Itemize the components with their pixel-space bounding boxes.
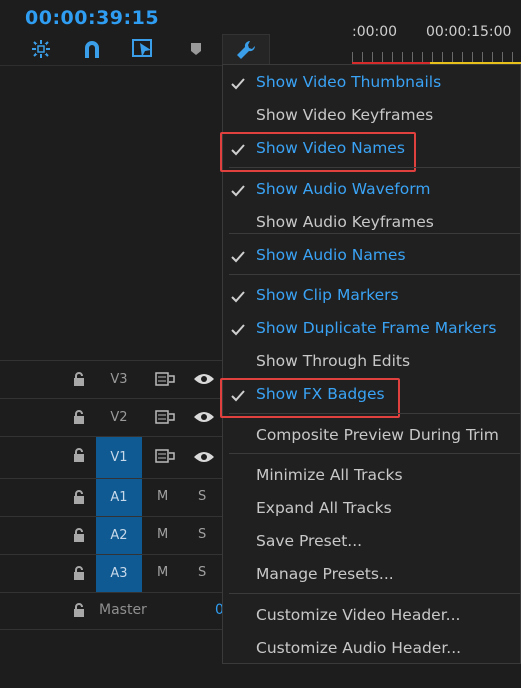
mute-button[interactable]: M — [157, 489, 168, 504]
track-name-a3[interactable]: A3 — [96, 555, 142, 592]
solo-button[interactable]: S — [198, 565, 206, 580]
ruler-time-start: :00:00 — [352, 24, 398, 40]
mute-button[interactable]: M — [157, 527, 168, 542]
eye-icon[interactable] — [193, 410, 215, 424]
menu-item-customize-audio-header[interactable]: Customize Audio Header... — [256, 639, 461, 657]
track-header-a3[interactable]: A3 M S — [0, 554, 222, 592]
track-header-a2[interactable]: A2 M S — [0, 516, 222, 554]
menu-item-show-duplicate-frame-markers[interactable]: Show Duplicate Frame Markers — [256, 319, 496, 337]
highlight-box — [220, 132, 416, 172]
sync-lock-icon[interactable] — [155, 372, 175, 386]
add-marker-icon[interactable] — [184, 37, 208, 61]
menu-item-save-preset[interactable]: Save Preset... — [256, 532, 362, 550]
track-name-a2[interactable]: A2 — [96, 517, 142, 554]
menu-item-customize-video-header[interactable]: Customize Video Header... — [256, 606, 460, 624]
menu-separator — [229, 274, 521, 275]
snap-magnet-icon[interactable] — [80, 37, 104, 61]
linked-selection-icon[interactable] — [131, 37, 155, 61]
lock-icon[interactable] — [72, 527, 86, 543]
menu-item-show-clip-markers[interactable]: Show Clip Markers — [256, 286, 399, 304]
checkmark-icon — [231, 251, 245, 263]
nest-sequence-icon[interactable] — [29, 37, 53, 61]
solo-button[interactable]: S — [198, 489, 206, 504]
playhead-timecode[interactable]: 00:00:39:15 — [25, 7, 159, 29]
solo-button[interactable]: S — [198, 527, 206, 542]
menu-separator — [229, 453, 521, 454]
menu-separator — [229, 167, 521, 168]
sync-lock-icon[interactable] — [155, 410, 175, 424]
lock-icon[interactable] — [72, 447, 86, 463]
lock-icon[interactable] — [72, 371, 86, 387]
checkmark-icon — [231, 291, 245, 303]
track-name-a1[interactable]: A1 — [96, 479, 142, 516]
timeline-display-settings-menu: Show Video Thumbnails Show Video Keyframe… — [220, 64, 521, 664]
wrench-icon — [237, 40, 256, 59]
menu-item-show-video-keyframes[interactable]: Show Video Keyframes — [256, 106, 433, 124]
checkmark-icon — [231, 185, 245, 197]
menu-separator — [229, 593, 521, 594]
master-track-label: Master — [99, 602, 147, 618]
track-header-a1[interactable]: A1 M S — [0, 478, 222, 516]
track-header-master[interactable]: Master 0 — [0, 592, 224, 630]
checkmark-icon — [231, 78, 245, 90]
menu-item-show-through-edits[interactable]: Show Through Edits — [256, 352, 410, 370]
eye-icon[interactable] — [193, 450, 215, 464]
ruler-time-15s: 00:00:15:00 — [426, 24, 512, 40]
track-name-v3[interactable]: V3 — [96, 361, 142, 398]
eye-icon[interactable] — [193, 372, 215, 386]
time-ruler[interactable]: :00:00 00:00:15:00 — [352, 0, 521, 70]
mute-button[interactable]: M — [157, 565, 168, 580]
lock-icon[interactable] — [72, 602, 86, 618]
sync-lock-icon[interactable] — [155, 449, 175, 463]
lock-icon[interactable] — [72, 409, 86, 425]
lock-icon[interactable] — [72, 565, 86, 581]
checkmark-icon — [231, 324, 245, 336]
menu-item-composite-preview-during-trim[interactable]: Composite Preview During Trim — [256, 426, 499, 444]
track-header-v2[interactable]: V2 — [0, 398, 222, 436]
track-header-v3[interactable]: V3 — [0, 360, 222, 398]
menu-item-minimize-all-tracks[interactable]: Minimize All Tracks — [256, 466, 403, 484]
menu-item-show-audio-keyframes[interactable]: Show Audio Keyframes — [256, 213, 434, 231]
menu-item-show-video-thumbnails[interactable]: Show Video Thumbnails — [256, 73, 441, 91]
track-header-v1[interactable]: V1 — [0, 436, 222, 478]
track-name-v1[interactable]: V1 — [96, 437, 142, 478]
menu-item-expand-all-tracks[interactable]: Expand All Tracks — [256, 499, 392, 517]
menu-item-show-audio-waveform[interactable]: Show Audio Waveform — [256, 180, 430, 198]
ruler-ticks — [352, 52, 521, 62]
menu-item-manage-presets[interactable]: Manage Presets... — [256, 565, 394, 583]
timeline-display-settings-button[interactable] — [222, 34, 270, 66]
menu-separator — [229, 413, 521, 414]
lock-icon[interactable] — [72, 489, 86, 505]
highlight-box — [220, 378, 400, 418]
menu-item-show-audio-names[interactable]: Show Audio Names — [256, 246, 406, 264]
menu-separator — [229, 233, 521, 234]
track-name-v2[interactable]: V2 — [96, 399, 142, 436]
